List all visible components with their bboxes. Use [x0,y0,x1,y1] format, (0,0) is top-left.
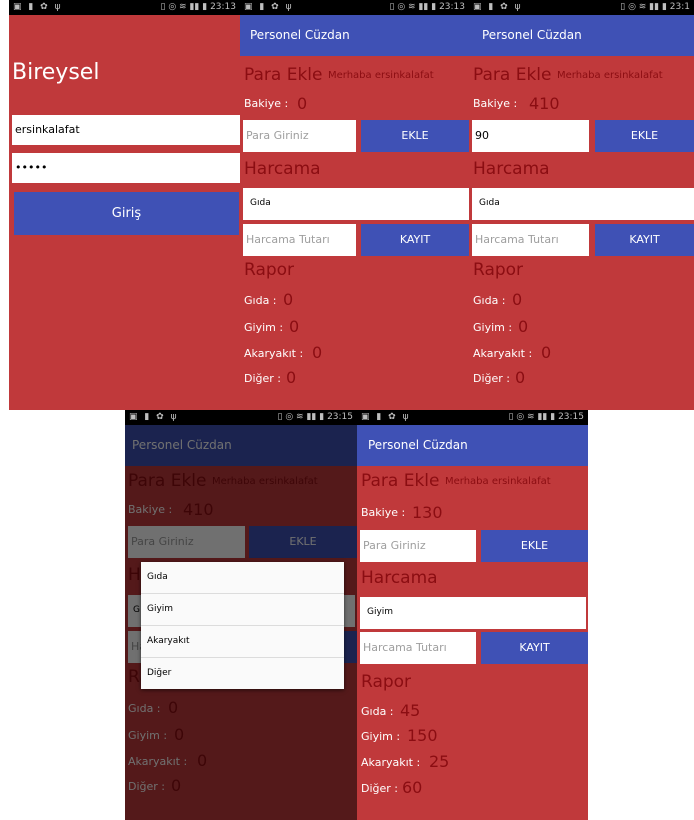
clock: 23:15 [558,412,584,422]
app-title: Personel Cüzdan [250,28,350,42]
other-label: Diğer : [361,782,399,795]
other-value: 60 [402,778,423,797]
amount-input[interactable]: Para Giriniz [360,530,476,562]
system-icons: ▯ ◎ ≋ ▮▮ ▮ 23:1 [620,2,690,12]
balance-label: Bakiye : [473,97,518,110]
app-title: Personel Cüzdan [482,28,582,42]
balance-label: Bakiye : [244,97,289,110]
status-bar: ▣ ▮ ✿ ψ ▯ ◎ ≋ ▮▮ ▮ 23:15 [125,410,357,425]
fuel-label: Akaryakıt : [361,756,421,769]
username-field[interactable]: ersinkalafat [12,115,240,145]
dropdown-option-clothing[interactable]: Giyim [141,594,344,626]
greeting: Merhaba ersinkalafat [557,70,663,81]
greeting: Merhaba ersinkalafat [328,70,434,81]
balance-value: 130 [412,503,443,522]
clock: 23:15 [327,412,353,422]
add-money-heading: Para Ekle [244,65,323,85]
dropdown-option-fuel[interactable]: Akaryakıt [141,626,344,658]
fuel-value: 25 [429,752,450,771]
category-select[interactable]: Gıda [472,188,694,220]
clothing-label: Giyim : [473,321,513,334]
other-label: Diğer : [473,372,511,385]
clothing-value: 150 [407,726,438,745]
password-field[interactable]: ••••• [12,153,240,183]
food-label: Gıda : [361,705,394,718]
save-button[interactable]: KAYIT [481,632,588,664]
wallet-screen-topped-up: ▣ ▮ ✿ ψ ▯ ◎ ≋ ▮▮ ▮ 23:1 Personel Cüzdan … [469,0,694,410]
clock: 23:13 [210,2,236,12]
clothing-value: 0 [289,317,300,336]
status-bar: ▣ ▮ ✿ ψ ▯ ◎ ≋ ▮▮ ▮ 23:13 [240,0,469,15]
action-bar: Personel Cüzdan [469,15,694,56]
fuel-value: 0 [312,343,323,362]
food-label: Gıda : [473,294,506,307]
add-button[interactable]: EKLE [595,120,694,152]
add-button[interactable]: EKLE [361,120,469,152]
app-title: Personel Cüzdan [368,438,468,452]
add-money-heading: Para Ekle [473,65,552,85]
notification-icons: ▣ ▮ ✿ ψ [244,2,294,12]
spending-heading: Harcama [361,568,438,588]
spending-amount-input[interactable]: Harcama Tutarı [360,632,476,664]
add-button[interactable]: EKLE [481,530,588,562]
report-heading: Rapor [361,672,412,692]
amount-input[interactable]: Para Giriniz [243,120,356,152]
other-value: 0 [515,368,526,387]
system-icons: ▯ ◎ ≋ ▮▮ ▮ 23:15 [508,412,584,422]
login-title: Bireysel [12,60,100,85]
spending-amount-input[interactable]: Harcama Tutarı [472,224,589,256]
spending-amount-input[interactable]: Harcama Tutarı [243,224,356,256]
food-value: 0 [283,290,294,309]
food-value: 0 [512,290,523,309]
other-value: 0 [286,368,297,387]
system-icons: ▯ ◎ ≋ ▮▮ ▮ 23:13 [389,2,465,12]
category-dropdown-menu: Gıda Giyim Akaryakıt Diğer [141,562,344,689]
fuel-value: 0 [541,343,552,362]
notification-icons: ▣ ▮ ✿ ψ [13,2,63,12]
food-label: Gıda : [244,294,277,307]
dropdown-option-other[interactable]: Diğer [141,658,344,689]
report-heading: Rapor [473,260,524,280]
notification-icons: ▣ ▮ ✿ ψ [361,412,411,422]
notification-icons: ▣ ▮ ✿ ψ [473,2,523,12]
clothing-label: Giyim : [361,730,401,743]
action-bar: Personel Cüzdan [240,15,469,56]
clock: 23:1 [669,2,690,12]
system-icons: ▯ ◎ ≋ ▮▮ ▮ 23:15 [277,412,353,422]
login-button[interactable]: Giriş [14,192,239,235]
status-bar: ▣ ▮ ✿ ψ ▯ ◎ ≋ ▮▮ ▮ 23:1 [469,0,694,15]
food-value: 45 [400,701,421,720]
report-heading: Rapor [244,260,295,280]
save-button[interactable]: KAYIT [595,224,694,256]
balance-label: Bakiye : [361,506,406,519]
dropdown-option-food[interactable]: Gıda [141,562,344,594]
spending-heading: Harcama [473,159,550,179]
other-label: Diğer : [244,372,282,385]
login-screen: ▣ ▮ ✿ ψ ▯ ◎ ≋ ▮▮ ▮ 23:13 Bireysel ersink… [9,0,240,410]
status-bar: ▣ ▮ ✿ ψ ▯ ◎ ≋ ▮▮ ▮ 23:15 [357,410,588,425]
action-bar: Personel Cüzdan [357,425,588,466]
clothing-label: Giyim : [244,321,284,334]
amount-input[interactable]: 90 [472,120,589,152]
category-select[interactable]: Giyim [360,597,586,629]
wallet-screen-category-dropdown: ▣ ▮ ✿ ψ ▯ ◎ ≋ ▮▮ ▮ 23:15 Personel Cüzdan… [125,410,357,820]
clothing-value: 0 [518,317,529,336]
add-money-heading: Para Ekle [361,471,440,491]
status-bar: ▣ ▮ ✿ ψ ▯ ◎ ≋ ▮▮ ▮ 23:13 [9,0,240,15]
notification-icons: ▣ ▮ ✿ ψ [129,412,179,422]
system-icons: ▯ ◎ ≋ ▮▮ ▮ 23:13 [160,2,236,12]
balance-value: 0 [297,94,308,113]
greeting: Merhaba ersinkalafat [445,476,551,487]
wallet-screen-initial: ▣ ▮ ✿ ψ ▯ ◎ ≋ ▮▮ ▮ 23:13 Personel Cüzdan… [240,0,469,410]
category-select[interactable]: Gıda [243,188,469,220]
fuel-label: Akaryakıt : [244,347,304,360]
clock: 23:13 [439,2,465,12]
balance-value: 410 [529,94,560,113]
fuel-label: Akaryakıt : [473,347,533,360]
save-button[interactable]: KAYIT [361,224,469,256]
wallet-screen-report: ▣ ▮ ✿ ψ ▯ ◎ ≋ ▮▮ ▮ 23:15 Personel Cüzdan… [357,410,588,820]
spending-heading: Harcama [244,159,321,179]
